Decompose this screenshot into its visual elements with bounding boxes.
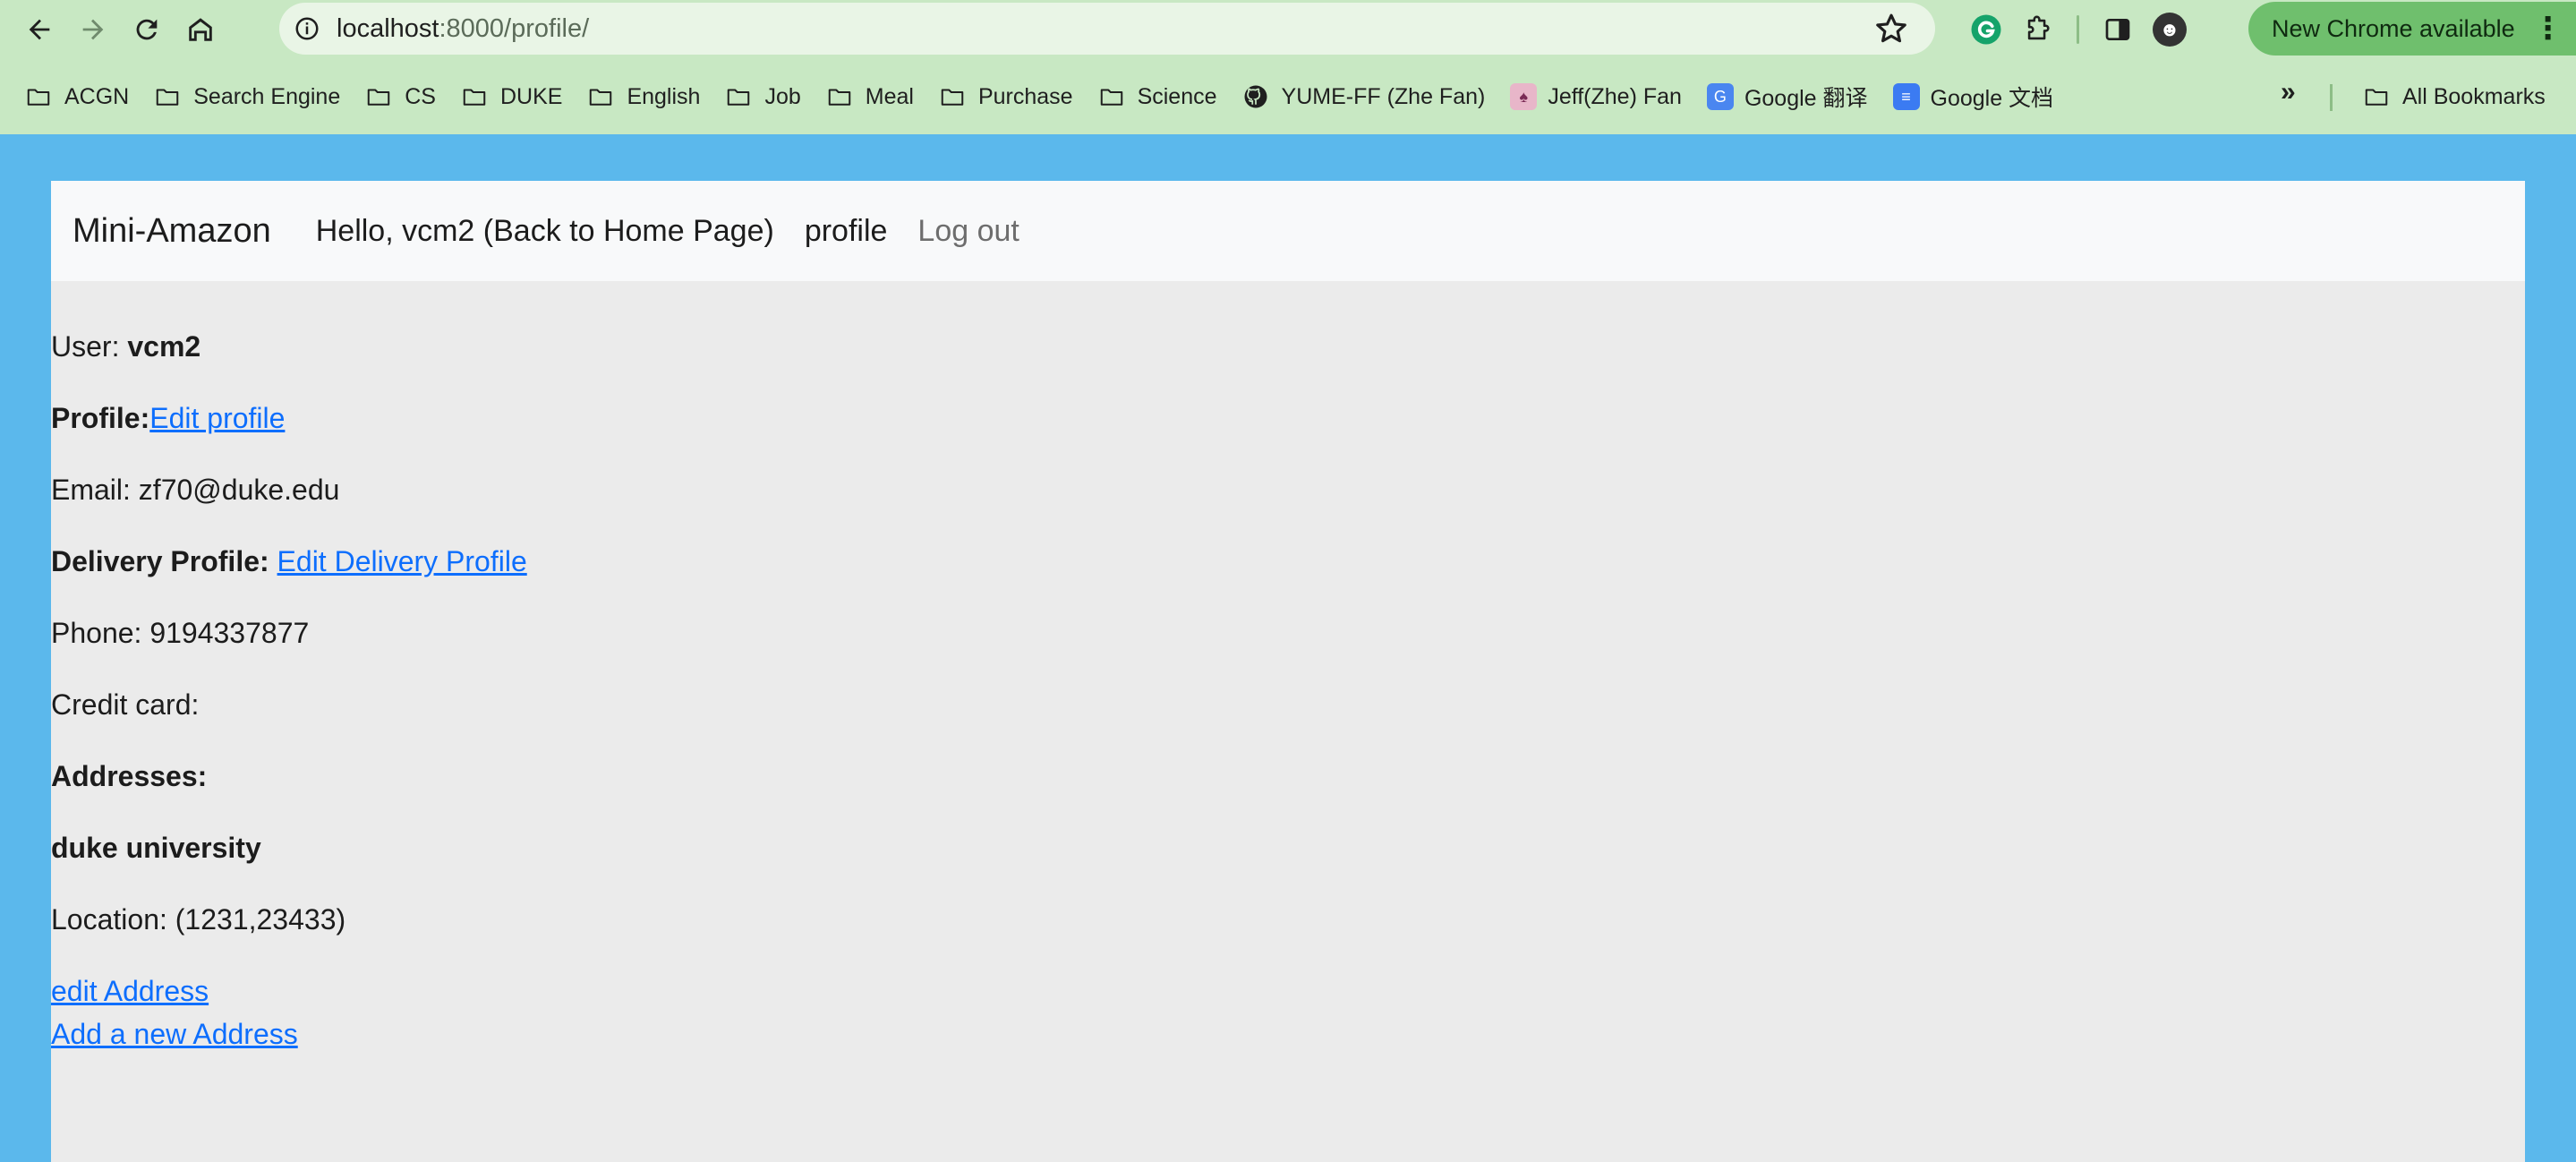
bookmark-label: Meal (865, 83, 914, 109)
bookmark-label: Job (764, 83, 801, 109)
username: vcm2 (127, 330, 201, 363)
google-translate-icon: G (1706, 83, 1734, 110)
email-line: Email: zf70@duke.edu (51, 474, 340, 506)
folder-icon (590, 89, 612, 106)
update-label: New Chrome available (2272, 14, 2515, 42)
bookmark-meal[interactable]: Meal (826, 83, 914, 110)
bookmark-cs[interactable]: CS (365, 83, 436, 110)
delivery-profile-line: Delivery Profile: Edit Delivery Profile (51, 545, 527, 578)
profile-link[interactable]: profile (805, 214, 888, 249)
bookmark-github[interactable]: YUME-FF (Zhe Fan) (1242, 83, 1486, 110)
forward-button[interactable] (66, 3, 120, 56)
profile-label: Profile: (51, 402, 150, 434)
menu-dots-icon: ⋮ (2532, 12, 2563, 46)
bookmark-label: English (627, 83, 701, 109)
all-bookmarks-button[interactable]: All Bookmarks (2363, 59, 2546, 134)
address-name-text: duke university (51, 832, 261, 864)
bookmark-science[interactable]: Science (1098, 83, 1217, 110)
home-greeting-link[interactable]: Hello, vcm2 (Back to Home Page) (316, 214, 774, 249)
folder-icon (156, 89, 179, 106)
bookmark-label: Jeff(Zhe) Fan (1548, 83, 1682, 109)
bookmark-star-icon[interactable] (1872, 10, 1910, 47)
bookmark-search-engine[interactable]: Search Engine (154, 83, 340, 110)
back-button[interactable] (13, 3, 66, 56)
folder-icon (1100, 89, 1122, 106)
toolbar-extensions: ☻ (1960, 0, 2196, 59)
user-line: User: vcm2 (51, 330, 200, 363)
folder-icon (941, 89, 964, 106)
site-info-icon[interactable] (288, 10, 326, 47)
github-icon (1244, 85, 1267, 108)
page-container: Mini-Amazon Hello, vcm2 (Back to Home Pa… (51, 181, 2525, 1162)
profile-avatar-icon[interactable]: ☻ (2144, 4, 2196, 56)
forward-arrow-icon (82, 19, 104, 40)
phone-line: Phone: 9194337877 (51, 617, 310, 649)
bookmark-google-docs[interactable]: ≡ Google 文档 (1892, 81, 2054, 113)
add-address-row: Add a new Address (51, 1018, 298, 1051)
bookmarks-separator (2330, 84, 2333, 111)
url-path: :8000/profile/ (439, 13, 590, 43)
edit-address-link[interactable]: edit Address (51, 975, 209, 1007)
address-bar[interactable]: localhost:8000/profile/ (279, 3, 1935, 55)
back-arrow-icon (29, 19, 50, 40)
profile-line: Profile:Edit profile (51, 402, 285, 435)
bookmark-job[interactable]: Job (725, 83, 801, 110)
folder-icon (27, 89, 50, 106)
browser-toolbar: localhost:8000/profile/ ☻ New Chrome ava… (0, 0, 2576, 59)
bookmark-google-translate[interactable]: G Google 翻译 (1706, 81, 1868, 113)
location-line: Location: (1231,23433) (51, 903, 346, 936)
bookmark-label: YUME-FF (Zhe Fan) (1281, 83, 1486, 109)
home-button[interactable] (174, 3, 227, 56)
home-icon (189, 18, 212, 41)
grammarly-extension-icon[interactable] (1960, 4, 2012, 56)
bookmark-duke[interactable]: DUKE (461, 83, 562, 110)
folder-icon (728, 89, 750, 106)
profile-favicon-icon: ♠ (1510, 83, 1538, 110)
brand-link[interactable]: Mini-Amazon (73, 212, 271, 251)
edit-profile-link[interactable]: Edit profile (149, 402, 285, 434)
toolbar-separator (2077, 15, 2079, 44)
bookmark-label: CS (405, 83, 436, 109)
address-name: duke university (51, 832, 261, 865)
bookmark-label: Google 翻译 (1744, 86, 1868, 111)
bookmark-label: Purchase (977, 83, 1073, 109)
user-label: User: (51, 330, 128, 363)
edit-delivery-profile-link[interactable]: Edit Delivery Profile (277, 545, 527, 577)
bookmark-label: Science (1137, 83, 1217, 109)
bookmark-label: Search Engine (193, 83, 341, 109)
url-text: localhost:8000/profile/ (337, 14, 589, 44)
google-docs-icon: ≡ (1892, 83, 1920, 110)
bookmark-jeff-zhe-fan[interactable]: ♠ Jeff(Zhe) Fan (1510, 83, 1682, 110)
folder-icon (2365, 89, 2388, 106)
reload-button[interactable] (120, 3, 174, 56)
chrome-update-button[interactable]: New Chrome available ⋮ (2248, 2, 2576, 56)
more-bookmarks-chevron-icon[interactable]: » (2281, 77, 2296, 107)
reload-icon (136, 19, 158, 40)
folder-icon (368, 89, 390, 106)
folder-icon (463, 89, 486, 106)
addresses-label: Addresses: (51, 760, 208, 792)
bookmark-label: ACGN (64, 83, 130, 109)
side-panel-icon[interactable] (2092, 4, 2144, 56)
all-bookmarks-label: All Bookmarks (2402, 83, 2546, 109)
addresses-heading: Addresses: (51, 760, 207, 793)
bookmark-purchase[interactable]: Purchase (939, 83, 1073, 110)
site-navbar: Mini-Amazon Hello, vcm2 (Back to Home Pa… (51, 181, 2525, 281)
edit-address-row: edit Address (51, 975, 209, 1008)
bookmark-label: Google 文档 (1930, 86, 2054, 111)
bookmark-english[interactable]: English (587, 83, 700, 110)
avatar: ☻ (2153, 13, 2187, 47)
add-address-link[interactable]: Add a new Address (51, 1018, 298, 1050)
bookmarks-bar: ACGN Search Engine CS DUKE English Job M… (0, 59, 2576, 134)
logout-link[interactable]: Log out (917, 214, 1019, 249)
extensions-puzzle-icon[interactable] (2012, 4, 2064, 56)
folder-icon (828, 89, 851, 106)
bookmark-label: DUKE (499, 83, 563, 109)
credit-card-line: Credit card: (51, 688, 200, 721)
delivery-profile-label: Delivery Profile: (51, 545, 277, 577)
url-host: localhost (337, 13, 439, 43)
bookmark-acgn[interactable]: ACGN (25, 83, 129, 110)
